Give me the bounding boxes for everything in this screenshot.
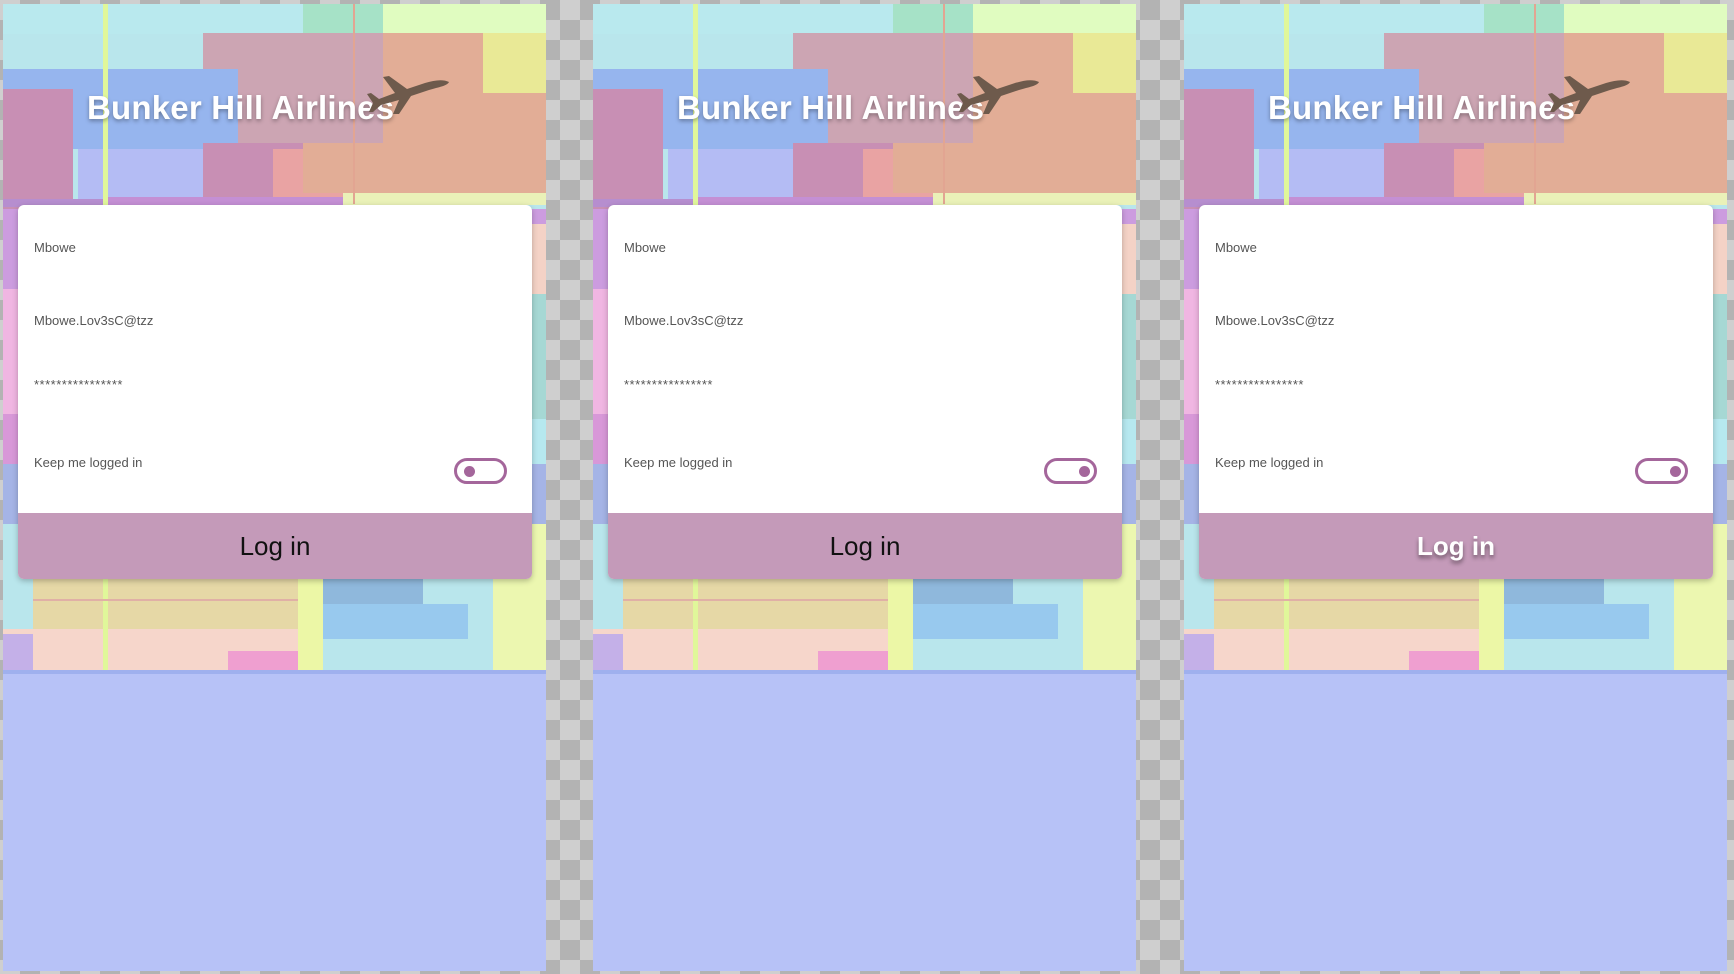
app-title: Bunker Hill Airlines xyxy=(87,89,395,126)
login-button[interactable]: Log in xyxy=(1199,513,1713,579)
login-button[interactable]: Log in xyxy=(608,513,1122,579)
login-card: Keep me logged in Log in xyxy=(18,205,532,579)
airplane-icon xyxy=(957,76,1039,114)
login-screen-2: Bunker Hill Airlines Keep me logged in L… xyxy=(593,4,1136,971)
keep-logged-in-toggle[interactable] xyxy=(1635,458,1688,484)
email-field[interactable] xyxy=(34,313,494,328)
keep-logged-in-label: Keep me logged in xyxy=(1215,455,1324,470)
toggle-knob xyxy=(464,466,475,477)
name-field[interactable] xyxy=(624,240,1084,255)
keep-logged-in-toggle[interactable] xyxy=(454,458,507,484)
keep-logged-in-toggle[interactable] xyxy=(1044,458,1097,484)
toggle-knob xyxy=(1079,466,1090,477)
email-field[interactable] xyxy=(624,313,1084,328)
airplane-icon xyxy=(1548,76,1630,114)
airplane-icon xyxy=(367,76,449,114)
email-field[interactable] xyxy=(1215,313,1675,328)
name-field[interactable] xyxy=(34,240,494,255)
login-card: Keep me logged in Log in xyxy=(1199,205,1713,579)
app-title: Bunker Hill Airlines xyxy=(1268,89,1576,126)
login-button[interactable]: Log in xyxy=(18,513,532,579)
password-field[interactable] xyxy=(34,377,494,392)
app-title: Bunker Hill Airlines xyxy=(677,89,985,126)
login-screen-3: Bunker Hill Airlines Keep me logged in L… xyxy=(1184,4,1727,971)
name-field[interactable] xyxy=(1215,240,1675,255)
keep-logged-in-label: Keep me logged in xyxy=(624,455,733,470)
password-field[interactable] xyxy=(624,377,1084,392)
keep-logged-in-label: Keep me logged in xyxy=(34,455,143,470)
login-screen-1: Bunker Hill Airlines Keep me logged in L… xyxy=(3,4,546,971)
login-card: Keep me logged in Log in xyxy=(608,205,1122,579)
password-field[interactable] xyxy=(1215,377,1675,392)
toggle-knob xyxy=(1670,466,1681,477)
